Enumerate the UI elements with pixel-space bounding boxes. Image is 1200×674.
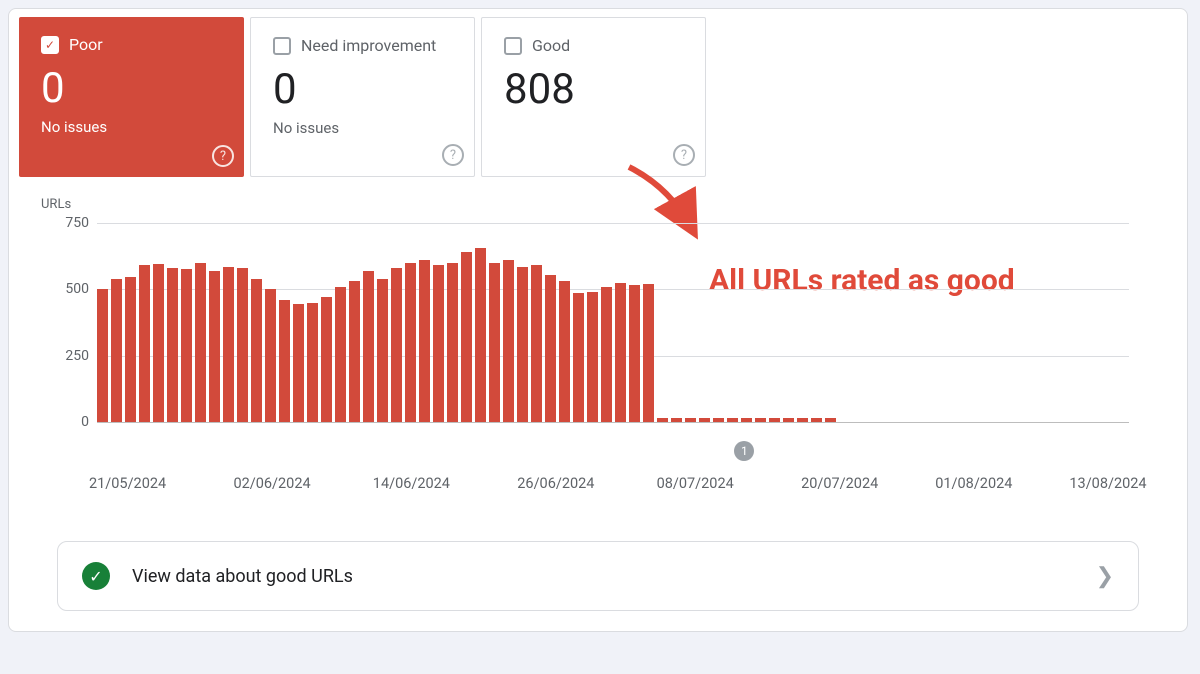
chart-bar	[643, 284, 654, 422]
y-tick: 750	[49, 215, 89, 231]
good-urls-label: View data about good URLs	[132, 566, 353, 587]
chart-bar	[741, 418, 752, 422]
chart-bar	[587, 292, 598, 422]
chart-bar	[629, 285, 640, 422]
chart-bar	[601, 287, 612, 422]
chart-bar	[209, 271, 220, 422]
chart-plot: 750 500 250 0	[97, 223, 1129, 423]
chart-bar	[405, 263, 416, 422]
tab-value: 0	[273, 69, 452, 111]
chart-bar	[293, 304, 304, 422]
chart-bar	[517, 267, 528, 422]
chart-bar	[377, 279, 388, 422]
tab-label: Need improvement	[301, 36, 436, 55]
chart-bar	[433, 265, 444, 422]
tab-value: 0	[41, 68, 222, 110]
chart-bar	[167, 268, 178, 422]
chart-bar	[769, 418, 780, 422]
tab-label: Poor	[69, 35, 103, 54]
chart-bar	[153, 264, 164, 422]
chart-bar	[825, 418, 836, 422]
checkbox-checked-icon: ✓	[41, 36, 59, 54]
chart-bars	[97, 223, 836, 422]
chart-bar	[335, 287, 346, 422]
check-circle-icon: ✓	[82, 562, 110, 590]
x-tick: 21/05/2024	[89, 475, 166, 492]
chart-bar	[797, 418, 808, 422]
help-icon[interactable]: ?	[442, 144, 464, 166]
chart-bar	[559, 281, 570, 422]
help-icon[interactable]: ?	[212, 145, 234, 167]
x-tick: 02/06/2024	[233, 475, 310, 492]
chart-bar	[727, 418, 738, 422]
chart-bar	[307, 303, 318, 422]
tab-good[interactable]: Good 808 ?	[481, 17, 706, 177]
y-axis-label: URLs	[41, 197, 1157, 212]
chart-bar	[489, 263, 500, 422]
chart-bar	[97, 289, 108, 422]
chart-bar	[615, 283, 626, 422]
chart-bar	[657, 418, 668, 422]
chart-area: URLs All URLs rated as good 750 500 250 …	[29, 197, 1157, 517]
chart-bar	[237, 268, 248, 422]
core-web-vitals-panel: ✓ Poor 0 No issues ? Need improvement 0 …	[8, 8, 1188, 632]
chart-bar	[573, 293, 584, 422]
chart-bar	[251, 279, 262, 422]
chart-bar	[279, 300, 290, 422]
y-tick: 0	[49, 414, 89, 430]
chart-bar	[181, 269, 192, 422]
chart-bar	[419, 260, 430, 422]
help-icon[interactable]: ?	[673, 144, 695, 166]
tab-label: Good	[532, 36, 570, 55]
x-tick: 01/08/2024	[935, 475, 1012, 492]
chart-bar	[461, 252, 472, 422]
x-tick: 08/07/2024	[657, 475, 734, 492]
chart-bar	[475, 248, 486, 422]
chart-bar	[713, 418, 724, 422]
y-tick: 500	[49, 281, 89, 297]
chart-bar	[349, 281, 360, 422]
tab-value: 808	[504, 69, 683, 111]
chart-bar	[195, 263, 206, 422]
x-tick: 26/06/2024	[517, 475, 594, 492]
checkbox-empty-icon	[273, 37, 291, 55]
checkbox-empty-icon	[504, 37, 522, 55]
tab-need-improvement[interactable]: Need improvement 0 No issues ?	[250, 17, 475, 177]
chart-bar	[363, 271, 374, 422]
view-good-urls-button[interactable]: ✓ View data about good URLs ❯	[57, 541, 1139, 611]
chart-bar	[503, 260, 514, 422]
chart-bar	[139, 265, 150, 422]
chart-bar	[321, 297, 332, 422]
tab-subtext: No issues	[273, 119, 452, 137]
chart-bar	[685, 418, 696, 422]
chart-bar	[545, 275, 556, 422]
chart-bar	[223, 267, 234, 422]
chart-bar	[265, 289, 276, 422]
x-tick: 13/08/2024	[1069, 475, 1146, 492]
chart-bar	[811, 418, 822, 422]
chart-bar	[111, 279, 122, 422]
y-tick: 250	[49, 348, 89, 364]
chart-bar	[783, 418, 794, 422]
chart-bar	[755, 418, 766, 422]
chart-bar	[671, 418, 682, 422]
x-tick: 14/06/2024	[373, 475, 450, 492]
chart-bar	[125, 277, 136, 422]
tab-subtext: No issues	[41, 118, 222, 136]
tab-poor[interactable]: ✓ Poor 0 No issues ?	[19, 17, 244, 177]
chevron-right-icon: ❯	[1096, 564, 1114, 589]
x-tick: 20/07/2024	[801, 475, 878, 492]
chart-bar	[447, 263, 458, 422]
chart-bar	[531, 265, 542, 422]
event-marker-badge[interactable]: 1	[734, 441, 754, 461]
chart-bar	[391, 268, 402, 422]
chart-bar	[699, 418, 710, 422]
status-tabs: ✓ Poor 0 No issues ? Need improvement 0 …	[19, 17, 1187, 177]
